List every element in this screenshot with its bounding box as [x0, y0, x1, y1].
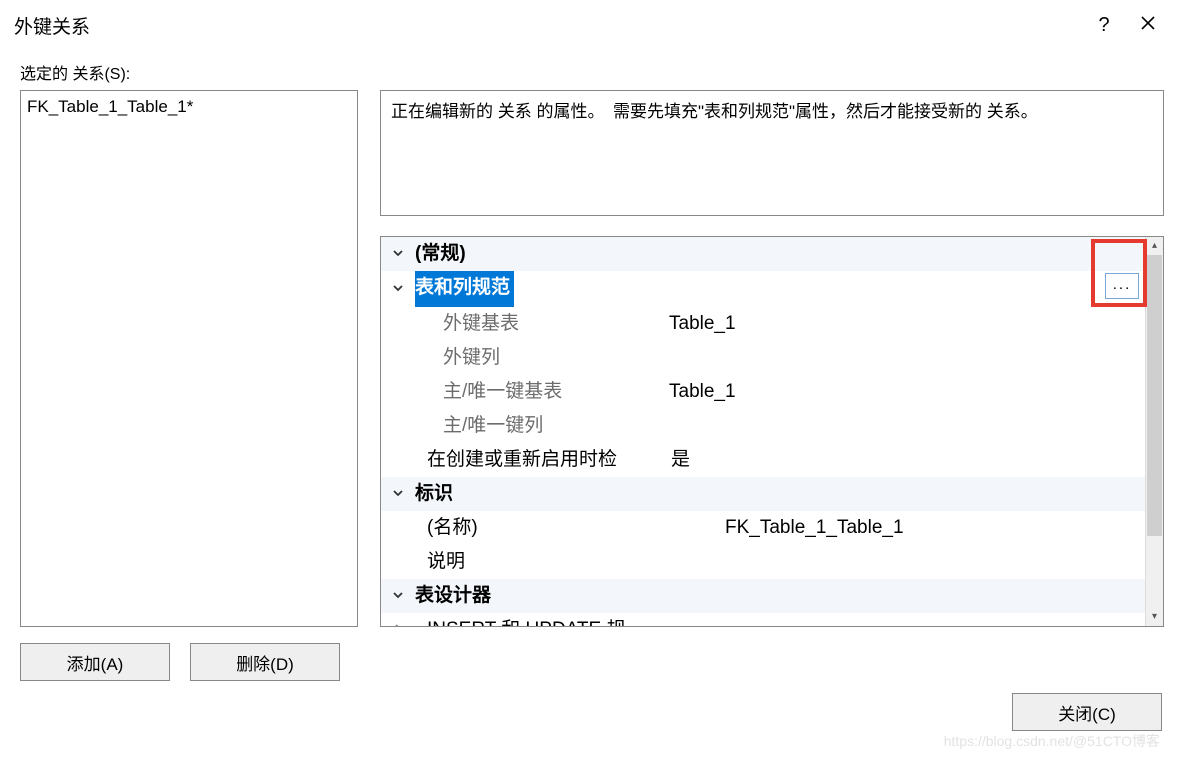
- relations-listbox[interactable]: FK_Table_1_Table_1*: [20, 90, 358, 627]
- selected-relations-label: 选定的 关系(S):: [20, 60, 1164, 84]
- row-pk-base-table[interactable]: 主/唯一键基表 Table_1: [381, 375, 1145, 409]
- row-fk-column[interactable]: 外键列: [381, 341, 1145, 375]
- val-fk-base-table: Table_1: [669, 307, 736, 341]
- chevron-right-icon[interactable]: [381, 613, 415, 626]
- vertical-scrollbar[interactable]: ▴ ▾: [1145, 237, 1163, 626]
- row-name[interactable]: (名称) FK_Table_1_Table_1: [381, 511, 1145, 545]
- close-icon[interactable]: [1126, 15, 1170, 36]
- category-table-designer[interactable]: 表设计器: [381, 579, 1145, 613]
- browse-button[interactable]: ...: [1105, 273, 1139, 299]
- info-text: 正在编辑新的 关系 的属性。 需要先填充"表和列规范"属性，然后才能接受新的 关…: [380, 90, 1164, 216]
- add-button[interactable]: 添加(A): [20, 643, 170, 681]
- row-description[interactable]: 说明: [381, 545, 1145, 579]
- chevron-down-icon[interactable]: [381, 237, 415, 271]
- category-identity[interactable]: 标识: [381, 477, 1145, 511]
- scroll-thumb[interactable]: [1147, 255, 1162, 536]
- close-button[interactable]: 关闭(C): [1012, 693, 1162, 731]
- row-table-column-spec[interactable]: 表和列规范: [381, 271, 1145, 307]
- relation-item[interactable]: FK_Table_1_Table_1*: [27, 95, 351, 119]
- chevron-down-icon[interactable]: [381, 477, 415, 511]
- watermark-text: https://blog.csdn.net/@51CTO博客: [944, 731, 1160, 751]
- category-general[interactable]: (常规): [381, 237, 1145, 271]
- row-pk-column[interactable]: 主/唯一键列: [381, 409, 1145, 443]
- property-grid[interactable]: (常规) 表和列规范 外键基表 Table_1: [380, 236, 1164, 627]
- row-insert-update[interactable]: INSERT 和 UPDATE 规: [381, 613, 1145, 626]
- delete-button[interactable]: 删除(D): [190, 643, 340, 681]
- chevron-down-icon[interactable]: [381, 579, 415, 613]
- help-icon[interactable]: ?: [1082, 14, 1126, 37]
- val-check: 是: [671, 443, 690, 477]
- scroll-down-icon[interactable]: ▾: [1146, 608, 1163, 626]
- val-name[interactable]: FK_Table_1_Table_1: [725, 511, 904, 545]
- val-pk-base-table: Table_1: [669, 375, 736, 409]
- title-bar: 外键关系 ?: [0, 0, 1184, 52]
- dialog-title: 外键关系: [14, 12, 1082, 39]
- row-fk-base-table[interactable]: 外键基表 Table_1: [381, 307, 1145, 341]
- chevron-down-icon[interactable]: [381, 272, 415, 306]
- row-check-existing[interactable]: 在创建或重新启用时检 是: [381, 443, 1145, 477]
- scroll-up-icon[interactable]: ▴: [1146, 237, 1163, 255]
